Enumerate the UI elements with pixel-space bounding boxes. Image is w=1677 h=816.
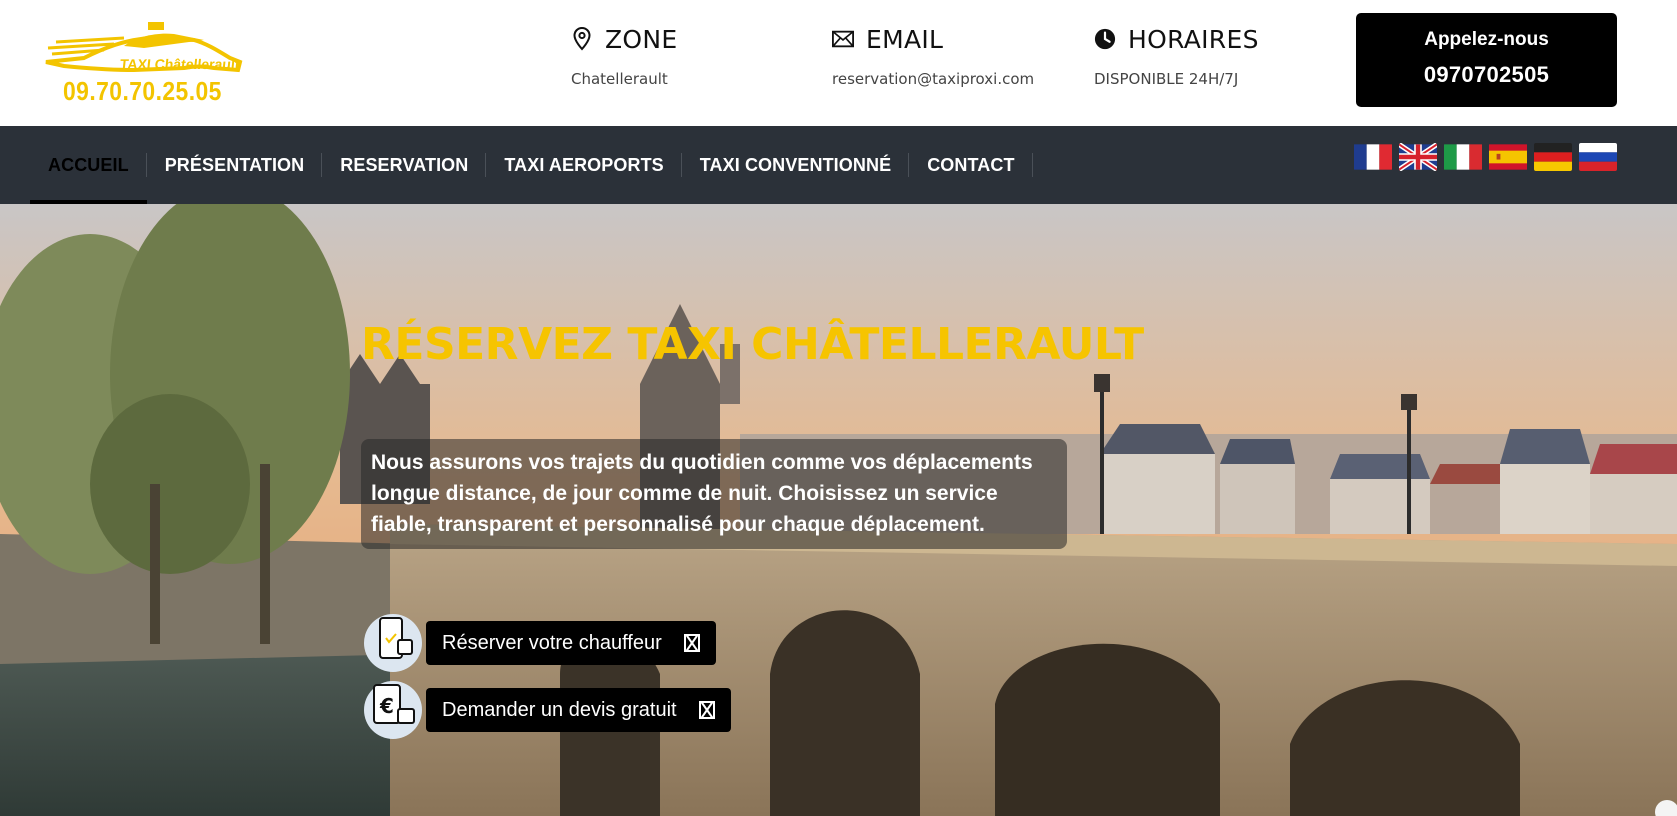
flag-germany-icon[interactable] (1534, 143, 1572, 171)
hero-banner: RÉSERVEZ TAXI CHÂTELLERAULT Nous assuron… (0, 204, 1677, 816)
call-label: Appelez-nous (1424, 29, 1549, 50)
nav-menu: ACCUEIL PRÉSENTATION RESERVATION TAXI AE… (30, 126, 1033, 204)
map-pin-icon (571, 27, 593, 51)
hours-title: HORAIRES (1128, 24, 1259, 54)
hero-description: Nous assurons vos trajets du quotidien c… (361, 439, 1067, 549)
flag-uk-icon[interactable] (1399, 143, 1437, 171)
flag-spain-icon[interactable] (1489, 143, 1527, 171)
logo-name: TAXI Châtellerault (119, 56, 241, 72)
nav-item-presentation[interactable]: PRÉSENTATION (147, 126, 323, 204)
euro-quote-icon: € (364, 681, 422, 739)
clock-icon (1094, 27, 1116, 51)
quote-request-cta[interactable]: € Demander un devis gratuit (364, 681, 731, 739)
hours-info: HORAIRES DISPONIBLE 24H/7J (1094, 22, 1259, 89)
quote-request-label: Demander un devis gratuit (442, 698, 677, 721)
language-switcher (1354, 143, 1617, 171)
nav-item-reservation[interactable]: RESERVATION (322, 126, 487, 204)
email-info: EMAIL reservation@taxiproxi.com (832, 22, 1034, 88)
top-header: TAXI Châtellerault 09.70.70.25.05 ZONE C… (0, 0, 1677, 126)
slider-dot[interactable] (1655, 800, 1677, 816)
call-number: 0970702505 (1423, 62, 1550, 87)
envelope-icon (832, 27, 854, 51)
hours-value: DISPONIBLE 24H/7J (1094, 70, 1239, 88)
logo-phone: 09.70.70.25.05 (63, 76, 222, 106)
svg-text:€: € (379, 694, 394, 718)
zone-info: ZONE Chatellerault (571, 22, 678, 89)
flag-russia-icon[interactable] (1579, 143, 1617, 171)
book-driver-cta[interactable]: Réserver votre chauffeur (364, 614, 716, 672)
flag-italy-icon[interactable] (1444, 143, 1482, 171)
nav-item-taxi-conventionne[interactable]: TAXI CONVENTIONNÉ (682, 126, 910, 204)
phone-booking-icon (364, 614, 422, 672)
hero-title: RÉSERVEZ TAXI CHÂTELLERAULT (361, 319, 1144, 370)
book-driver-label: Réserver votre chauffeur (442, 631, 662, 654)
close-box-icon (698, 701, 715, 719)
zone-value: Chatellerault (571, 70, 668, 88)
site-logo[interactable]: TAXI Châtellerault 09.70.70.25.05 (44, 18, 244, 108)
call-us-button[interactable]: Appelez-nous 0970702505 (1356, 13, 1617, 107)
zone-title: ZONE (605, 24, 678, 54)
email-value[interactable]: reservation@taxiproxi.com (832, 70, 1034, 88)
nav-item-taxi-aeroports[interactable]: TAXI AEROPORTS (486, 126, 683, 204)
nav-item-contact[interactable]: CONTACT (909, 126, 1033, 204)
nav-item-accueil[interactable]: ACCUEIL (30, 126, 147, 204)
close-box-icon (683, 634, 700, 652)
main-nav: ACCUEIL PRÉSENTATION RESERVATION TAXI AE… (0, 126, 1677, 204)
email-title: EMAIL (866, 24, 944, 54)
quote-request-button[interactable]: Demander un devis gratuit (426, 688, 731, 732)
flag-france-icon[interactable] (1354, 143, 1392, 171)
book-driver-button[interactable]: Réserver votre chauffeur (426, 621, 716, 665)
